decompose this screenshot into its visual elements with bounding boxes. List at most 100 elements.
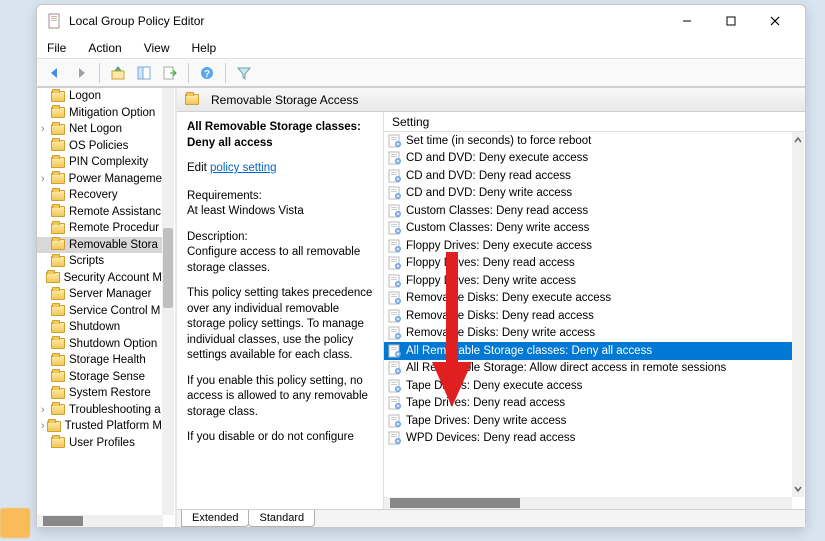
- list-item[interactable]: Tape Drives: Deny write access: [384, 412, 792, 430]
- list-item[interactable]: Floppy Drives: Deny read access: [384, 255, 792, 273]
- tree-item[interactable]: Net Logon: [37, 121, 162, 138]
- tree-item-label: Server Manager: [69, 288, 151, 300]
- tree-item[interactable]: Storage Sense: [37, 369, 162, 386]
- list-item-label: Removable Disks: Deny execute access: [406, 292, 611, 304]
- tree-item[interactable]: Troubleshooting a: [37, 402, 162, 419]
- edit-policy-link[interactable]: policy setting: [210, 162, 276, 174]
- tab-standard[interactable]: Standard: [248, 510, 315, 527]
- list-item[interactable]: Custom Classes: Deny write access: [384, 220, 792, 238]
- tree-item-label: Shutdown: [69, 321, 120, 333]
- list-item-label: Removable Disks: Deny write access: [406, 327, 595, 339]
- folder-icon: [51, 437, 65, 448]
- header-bar: Removable Storage Access: [177, 88, 805, 112]
- list-item[interactable]: CD and DVD: Deny write access: [384, 185, 792, 203]
- svg-text:?: ?: [204, 69, 210, 80]
- tree-item-label: PIN Complexity: [69, 156, 148, 168]
- tree-item-label: OS Policies: [69, 140, 128, 152]
- tree-item[interactable]: Service Control M: [37, 303, 162, 320]
- tab-extended[interactable]: Extended: [181, 510, 249, 527]
- tree-item[interactable]: Security Account M: [37, 270, 162, 287]
- menu-view[interactable]: View: [140, 39, 174, 57]
- tree-item[interactable]: OS Policies: [37, 138, 162, 155]
- minimize-button[interactable]: [671, 7, 703, 35]
- list-item-label: Tape Drives: Deny execute access: [406, 380, 582, 392]
- maximize-button[interactable]: [715, 7, 747, 35]
- folder-icon: [51, 289, 65, 300]
- description-block: Description: Configure access to all rem…: [187, 230, 373, 277]
- tree-item[interactable]: Shutdown Option: [37, 336, 162, 353]
- menu-action[interactable]: Action: [84, 39, 125, 57]
- list-item[interactable]: Tape Drives: Deny read access: [384, 395, 792, 413]
- tree-item[interactable]: Removable Stora: [37, 237, 162, 254]
- list-item[interactable]: Removable Disks: Deny execute access: [384, 290, 792, 308]
- forward-button[interactable]: [69, 62, 93, 84]
- list-horizontal-scrollbar[interactable]: [384, 497, 792, 509]
- setting-icon: [388, 396, 402, 410]
- tree-item[interactable]: System Restore: [37, 385, 162, 402]
- tree-item[interactable]: Logon: [37, 88, 162, 105]
- setting-icon: [388, 151, 402, 165]
- folder-icon: [51, 338, 65, 349]
- list-vertical-scrollbar[interactable]: [792, 132, 804, 497]
- list-item[interactable]: Tape Drives: Deny execute access: [384, 377, 792, 395]
- tree-item[interactable]: User Profiles: [37, 435, 162, 452]
- list-item[interactable]: Floppy Drives: Deny execute access: [384, 237, 792, 255]
- list-item[interactable]: All Removable Storage classes: Deny all …: [384, 342, 792, 360]
- list-item-label: CD and DVD: Deny write access: [406, 187, 572, 199]
- setting-icon: [388, 326, 402, 340]
- tree-horizontal-scrollbar[interactable]: [37, 515, 163, 527]
- list-item-label: Set time (in seconds) to force reboot: [406, 135, 591, 147]
- tree-body[interactable]: LogonMitigation OptionNet Logon OS Polici…: [37, 88, 162, 515]
- description-label: Description:: [187, 230, 373, 246]
- list-item[interactable]: WPD Devices: Deny read access: [384, 430, 792, 448]
- close-button[interactable]: [759, 7, 791, 35]
- list-item[interactable]: All Removable Storage: Allow direct acce…: [384, 360, 792, 378]
- list-item[interactable]: Removable Disks: Deny read access: [384, 307, 792, 325]
- tree-item[interactable]: Remote Procedur: [37, 220, 162, 237]
- folder-icon: [51, 256, 65, 267]
- list-body[interactable]: Set time (in seconds) to force reboot CD …: [384, 132, 792, 497]
- filter-button[interactable]: [232, 62, 256, 84]
- requirements-label: Requirements:: [187, 189, 373, 205]
- up-button[interactable]: [106, 62, 130, 84]
- tree-item[interactable]: Remote Assistanc: [37, 204, 162, 221]
- requirements-text: At least Windows Vista: [187, 204, 373, 220]
- tree-vertical-scrollbar[interactable]: [162, 88, 174, 515]
- tree-pane: LogonMitigation OptionNet Logon OS Polici…: [37, 88, 177, 527]
- folder-icon: [51, 371, 65, 382]
- list-item[interactable]: Floppy Drives: Deny write access: [384, 272, 792, 290]
- folder-icon: [51, 124, 65, 135]
- tree-item[interactable]: Mitigation Option: [37, 105, 162, 122]
- tree-item[interactable]: Recovery: [37, 187, 162, 204]
- tree-item[interactable]: Trusted Platform M: [37, 418, 162, 435]
- setting-icon: [388, 379, 402, 393]
- list-header[interactable]: Setting: [384, 112, 805, 132]
- menu-help[interactable]: Help: [188, 39, 221, 57]
- list-item-label: CD and DVD: Deny read access: [406, 170, 571, 182]
- tree-item-label: Security Account M: [64, 272, 162, 284]
- tree-item[interactable]: PIN Complexity: [37, 154, 162, 171]
- list-item-label: Custom Classes: Deny write access: [406, 222, 589, 234]
- back-button[interactable]: [43, 62, 67, 84]
- show-hide-tree-button[interactable]: [132, 62, 156, 84]
- export-button[interactable]: [158, 62, 182, 84]
- window-controls: [671, 7, 799, 35]
- list-item[interactable]: Set time (in seconds) to force reboot: [384, 132, 792, 150]
- tree-item[interactable]: Shutdown: [37, 319, 162, 336]
- tree-item[interactable]: Storage Health: [37, 352, 162, 369]
- help-button[interactable]: ?: [195, 62, 219, 84]
- tree-item[interactable]: Server Manager: [37, 286, 162, 303]
- list-item[interactable]: CD and DVD: Deny read access: [384, 167, 792, 185]
- list-item[interactable]: Custom Classes: Deny read access: [384, 202, 792, 220]
- tree-item[interactable]: Power Manageme: [37, 171, 162, 188]
- list-item[interactable]: CD and DVD: Deny execute access: [384, 150, 792, 168]
- list-item[interactable]: Removable Disks: Deny write access: [384, 325, 792, 343]
- menu-file[interactable]: File: [43, 39, 70, 57]
- tree-item[interactable]: Scripts: [37, 253, 162, 270]
- setting-icon: [388, 186, 402, 200]
- setting-icon: [388, 256, 402, 270]
- tree-item-label: Service Control M: [69, 305, 160, 317]
- setting-icon: [388, 169, 402, 183]
- folder-icon: [185, 94, 199, 105]
- edit-row: Edit policy setting: [187, 161, 373, 177]
